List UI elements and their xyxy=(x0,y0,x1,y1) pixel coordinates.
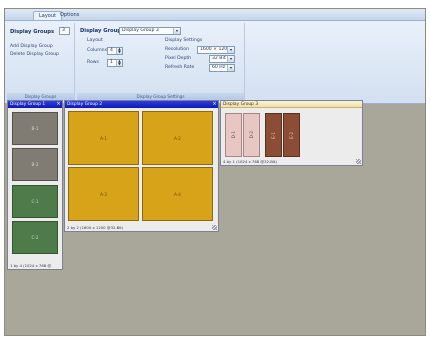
chevron-down-icon: ▾ xyxy=(227,65,234,71)
display-tile[interactable]: C-1 xyxy=(12,185,58,218)
display-tile[interactable]: E-1 xyxy=(265,113,282,157)
ribbon-tabstrip: Layout Options xyxy=(5,9,425,20)
add-display-group-button[interactable]: Add Display Group xyxy=(10,44,53,49)
chevron-down-icon: ▾ xyxy=(227,47,234,53)
delete-display-group-button[interactable]: Delete Display Group xyxy=(10,52,59,57)
display-tile[interactable]: E-2 xyxy=(283,113,300,157)
resolution-select[interactable]: 1600 × 1200 ▾ xyxy=(197,46,235,54)
display-group-settings-caption: Display Group Settings xyxy=(77,93,244,100)
display-tile[interactable]: C-2 xyxy=(12,221,58,254)
panel-title[interactable]: Display Group 2 × xyxy=(65,101,218,108)
close-icon[interactable]: × xyxy=(212,101,217,108)
panel-title[interactable]: Display Group 3 xyxy=(221,101,362,108)
tab-options[interactable]: Options xyxy=(55,11,84,20)
display-tile[interactable]: A-1 xyxy=(68,111,139,165)
display-tile[interactable]: A-2 xyxy=(142,111,213,165)
display-groups-caption: Display Groups xyxy=(7,93,74,100)
columns-stepper[interactable]: 4 ▲ ▼ xyxy=(107,47,123,55)
display-group-2-panel[interactable]: Display Group 2 × A-1 A-2 A-3 A-4 2 by 2… xyxy=(64,100,219,232)
display-tile[interactable]: D-2 xyxy=(243,113,260,157)
display-group-3-panel[interactable]: Display Group 3 D-1 D-2 E-1 E-2 4 by 1 (… xyxy=(220,100,363,166)
refresh-rate-select[interactable]: 60 Hz ▾ xyxy=(209,64,235,72)
display-groups-group: Display Groups 3 Add Display Group Delet… xyxy=(7,23,75,100)
display-group-1-panel[interactable]: Display Group 1 × B-1 B-2 C-1 C-2 1 by 4… xyxy=(7,100,63,270)
display-group-select[interactable]: Display Group 3 ▾ xyxy=(119,27,181,35)
display-group-settings-group: Display Group Display Group 3 ▾ Layout Co… xyxy=(77,23,245,100)
rows-label: Rows xyxy=(87,60,99,65)
pixel-depth-label: Pixel Depth xyxy=(165,56,192,61)
display-groups-label: Display Groups xyxy=(10,29,55,35)
resize-grip-icon[interactable] xyxy=(356,159,361,164)
display-groups-count[interactable]: 3 xyxy=(59,27,70,35)
rows-stepper[interactable]: 1 ▲ ▼ xyxy=(107,59,123,67)
layout-label: Layout xyxy=(87,38,103,43)
panel-status: 2 by 2 (1600 x 1200 @32-Bit) xyxy=(67,225,124,230)
panel-status: 1 by 4 (1024 x 768 @ xyxy=(10,263,52,268)
close-icon[interactable]: × xyxy=(56,101,61,108)
spin-arrows-icon[interactable]: ▲ ▼ xyxy=(116,59,122,66)
pixel-depth-select[interactable]: 32 Bit ▾ xyxy=(209,55,235,63)
ribbon: Display Groups 3 Add Display Group Delet… xyxy=(5,20,425,104)
panel-status: 4 by 1 (1024 x 768 @32-Bit) xyxy=(223,159,277,164)
display-tile[interactable]: A-3 xyxy=(68,167,139,221)
display-settings-label: Display Settings xyxy=(165,38,203,43)
display-group-label: Display Group xyxy=(80,28,121,34)
spin-arrows-icon[interactable]: ▲ ▼ xyxy=(116,47,122,54)
columns-label: Columns xyxy=(87,48,107,53)
display-tile[interactable]: B-2 xyxy=(12,148,58,181)
panel-title[interactable]: Display Group 1 × xyxy=(8,101,62,108)
resize-grip-icon[interactable] xyxy=(212,225,217,230)
refresh-rate-label: Refresh Rate xyxy=(165,65,195,70)
chevron-down-icon: ▾ xyxy=(227,56,234,62)
app-window: Layout Options Display Groups 3 Add Disp… xyxy=(4,8,426,336)
display-tile[interactable]: A-4 xyxy=(142,167,213,221)
resolution-label: Resolution xyxy=(165,47,190,52)
chevron-down-icon: ▾ xyxy=(173,28,180,34)
display-tile[interactable]: D-1 xyxy=(225,113,242,157)
display-tile[interactable]: B-1 xyxy=(12,112,58,145)
